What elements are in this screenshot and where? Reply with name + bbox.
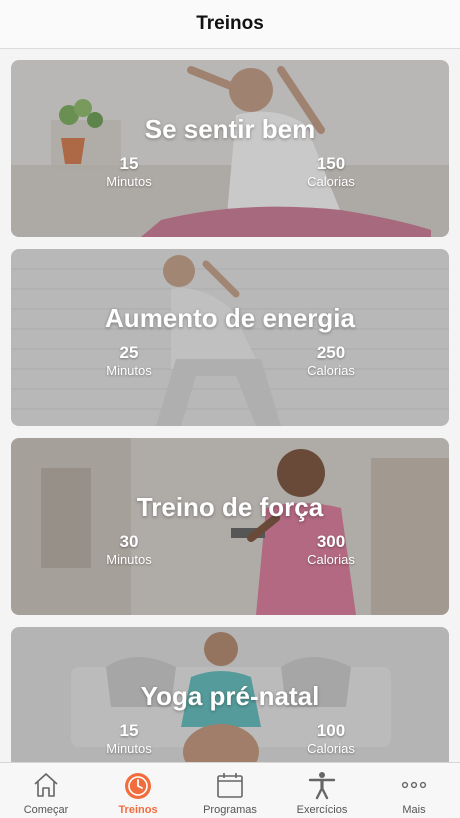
calories-label: Calorias (307, 363, 355, 378)
calories-label: Calorias (307, 741, 355, 756)
calories-value: 300 (316, 532, 346, 551)
tab-label: Treinos (118, 804, 158, 816)
calories-value: 100 (316, 721, 346, 740)
tab-programas[interactable]: Programas (184, 763, 276, 818)
minutes-label: Minutos (106, 552, 152, 567)
workout-title: Yoga pré-natal (140, 681, 320, 711)
workout-list[interactable]: Se sentir bem 15 Minutos 150 Calorias Au… (0, 49, 460, 762)
calendar-icon (217, 773, 243, 798)
tab-treinos[interactable]: Treinos (92, 763, 184, 818)
minutes-value: 30 (119, 532, 139, 551)
workout-calories: 100 Calorias (291, 721, 371, 756)
person-icon (308, 772, 336, 800)
calories-value: 250 (316, 343, 346, 362)
minutes-value: 25 (119, 343, 139, 362)
workout-calories: 300 Calorias (291, 532, 371, 567)
workout-card-se-sentir-bem[interactable]: Se sentir bem 15 Minutos 150 Calorias (11, 60, 449, 237)
stopwatch-icon (125, 773, 151, 799)
calories-label: Calorias (307, 174, 355, 189)
tab-mais[interactable]: Mais (368, 763, 460, 818)
tab-label: Começar (23, 804, 69, 816)
home-icon (34, 773, 58, 797)
workout-card-aumento-de-energia[interactable]: Aumento de energia 25 Minutos 250 Calori… (11, 249, 449, 426)
image-overlay (11, 249, 449, 426)
workout-title: Se sentir bem (144, 114, 316, 144)
workout-duration: 25 Minutos (89, 343, 169, 378)
workout-title: Treino de força (136, 492, 324, 522)
app: Treinos Se sentir bem 15 Minutos 150 Cal… (0, 0, 460, 818)
minutes-label: Minutos (106, 741, 152, 756)
workout-duration: 30 Minutos (89, 532, 169, 567)
tab-label: Programas (203, 804, 257, 816)
workout-duration: 15 Minutos (89, 154, 169, 189)
tab-bar: Começar Treinos Programas Exercícios Mai… (0, 762, 460, 818)
tab-exercicios[interactable]: Exercícios (276, 763, 368, 818)
minutes-value: 15 (119, 721, 139, 740)
header: Treinos (0, 0, 460, 49)
workout-title: Aumento de energia (105, 303, 355, 333)
minutes-value: 15 (119, 154, 139, 173)
image-overlay (11, 438, 449, 615)
tab-label: Exercícios (296, 804, 348, 816)
calories-label: Calorias (307, 552, 355, 567)
workout-card-treino-de-forca[interactable]: Treino de força 30 Minutos 300 Calorias (11, 438, 449, 615)
workout-duration: 15 Minutos (89, 721, 169, 756)
workout-calories: 150 Calorias (291, 154, 371, 189)
image-overlay (11, 60, 449, 237)
calories-value: 150 (316, 154, 346, 173)
more-icon (401, 781, 427, 789)
workout-calories: 250 Calorias (291, 343, 371, 378)
page-title: Treinos (196, 13, 264, 34)
tab-label: Mais (402, 804, 426, 816)
tab-comecar[interactable]: Começar (0, 763, 92, 818)
minutes-label: Minutos (106, 363, 152, 378)
workout-card-yoga-pre-natal[interactable]: Yoga pré-natal 15 Minutos 100 Calorias (11, 627, 449, 762)
minutes-label: Minutos (106, 174, 152, 189)
